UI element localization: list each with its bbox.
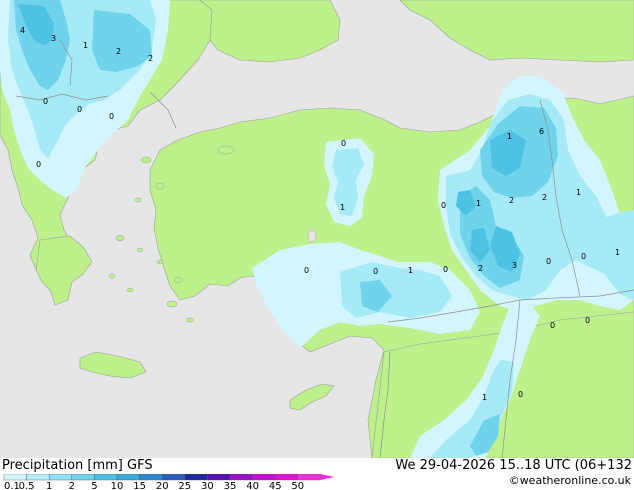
legend-label: 20 xyxy=(156,481,169,490)
value-label: 0 xyxy=(546,257,551,266)
value-label: 0 xyxy=(443,265,448,274)
precipitation-legend: 0.10.5 1 2 5 10 15 20 25 30 35 40 45 50 xyxy=(3,474,335,490)
legend-label: 1 xyxy=(46,481,52,490)
value-label: 0 xyxy=(36,160,41,169)
value-label: 1 xyxy=(482,393,487,402)
legend-label: 0.1 xyxy=(4,481,20,490)
value-label: 0 xyxy=(109,112,114,121)
value-label: 1 xyxy=(408,266,413,275)
value-label: 6 xyxy=(539,127,544,136)
legend-label: 50 xyxy=(291,481,304,490)
legend-label: 30 xyxy=(201,481,214,490)
valid-time: We 29-04-2026 15..18 UTC (06+132 xyxy=(395,458,632,473)
value-label: 0 xyxy=(43,97,48,106)
legend-swatch xyxy=(184,474,208,481)
legend-label: 0.5 xyxy=(19,481,35,490)
value-label: 3 xyxy=(51,34,56,43)
value-label: 1 xyxy=(576,188,581,197)
legend-swatch xyxy=(139,474,163,481)
value-label: 4 xyxy=(20,26,25,35)
value-label: 0 xyxy=(518,390,523,399)
legend-swatch xyxy=(161,474,185,481)
legend-swatch xyxy=(252,474,276,481)
value-label: 0 xyxy=(304,266,309,275)
value-label: 2 xyxy=(542,193,547,202)
legend-label: 40 xyxy=(246,481,259,490)
legend-arrow xyxy=(320,474,335,480)
value-label: 2 xyxy=(478,264,483,273)
legend-swatch xyxy=(71,474,95,481)
legend-label: 15 xyxy=(133,481,146,490)
value-label: 2 xyxy=(148,54,153,63)
value-label: 1 xyxy=(615,248,620,257)
legend-label: 45 xyxy=(269,481,282,490)
legend-swatch xyxy=(207,474,231,481)
precipitation-map: 4 3 1 2 2 0 0 0 0 0 1 1 6 0 1 2 2 1 0 0 … xyxy=(0,0,634,458)
value-label: 2 xyxy=(116,47,121,56)
legend-label: 5 xyxy=(91,481,97,490)
value-label: 3 xyxy=(512,261,517,270)
value-label: 0 xyxy=(441,201,446,210)
legend-swatch xyxy=(94,474,118,481)
credit-text[interactable]: ©weatheronline.co.uk xyxy=(509,474,631,487)
legend-swatch xyxy=(3,474,27,481)
value-label: 0 xyxy=(373,267,378,276)
value-label: 1 xyxy=(83,41,88,50)
legend-swatch xyxy=(297,474,321,481)
value-label: 0 xyxy=(550,321,555,330)
value-label: 0 xyxy=(585,316,590,325)
value-label: 0 xyxy=(581,252,586,261)
legend-label: 35 xyxy=(224,481,237,490)
value-label: 1 xyxy=(476,199,481,208)
legend-label: 25 xyxy=(178,481,191,490)
value-label: 2 xyxy=(509,196,514,205)
legend-label: 2 xyxy=(69,481,75,490)
value-label: 1 xyxy=(507,132,512,141)
map-footer: Precipitation [mm] GFS We 29-04-2026 15.… xyxy=(0,458,634,490)
legend-swatch xyxy=(229,474,253,481)
map-title: Precipitation [mm] GFS xyxy=(2,458,153,473)
value-label: 0 xyxy=(77,105,82,114)
legend-swatch xyxy=(49,474,73,481)
legend-swatch xyxy=(275,474,299,481)
value-label: 0 xyxy=(341,139,346,148)
value-label: 1 xyxy=(340,203,345,212)
legend-swatch xyxy=(26,474,50,481)
legend-label: 10 xyxy=(111,481,124,490)
legend-swatch xyxy=(116,474,140,481)
